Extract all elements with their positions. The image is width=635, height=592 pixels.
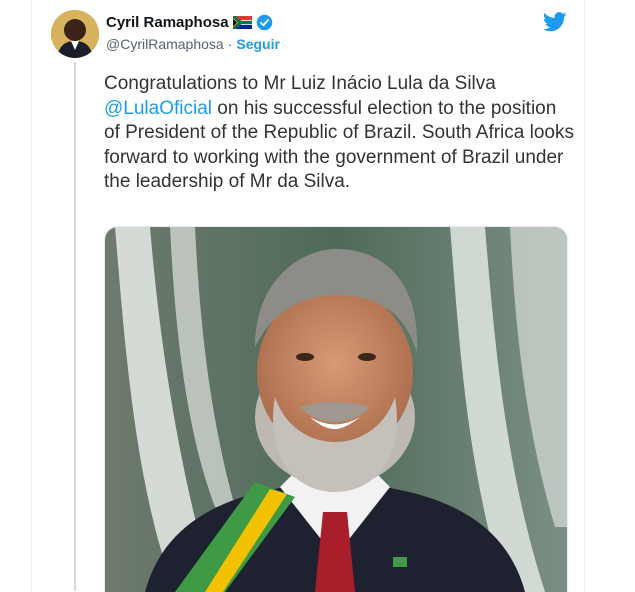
author-name-row: Cyril Ramaphosa bbox=[106, 14, 273, 31]
author-handle[interactable]: @CyrilRamaphosa bbox=[106, 36, 224, 52]
author-handle-row: @CyrilRamaphosa · Seguir bbox=[106, 36, 280, 52]
south-africa-flag-icon bbox=[231, 14, 252, 31]
mention-link[interactable]: @LulaOficial bbox=[104, 98, 212, 119]
author-display-name[interactable]: Cyril Ramaphosa bbox=[106, 14, 229, 31]
handle-separator: · bbox=[227, 36, 233, 52]
tweet-photo[interactable] bbox=[104, 226, 568, 592]
thread-line bbox=[74, 62, 76, 591]
tweet-text-part-1: Congratulations to Mr Luiz Inácio Lula d… bbox=[104, 73, 496, 94]
twitter-bird-icon[interactable] bbox=[542, 12, 567, 32]
follow-button[interactable]: Seguir bbox=[236, 36, 280, 52]
verified-badge-icon bbox=[256, 14, 273, 31]
tweet-text: Congratulations to Mr Luiz Inácio Lula d… bbox=[104, 72, 574, 195]
author-avatar[interactable] bbox=[51, 10, 99, 58]
